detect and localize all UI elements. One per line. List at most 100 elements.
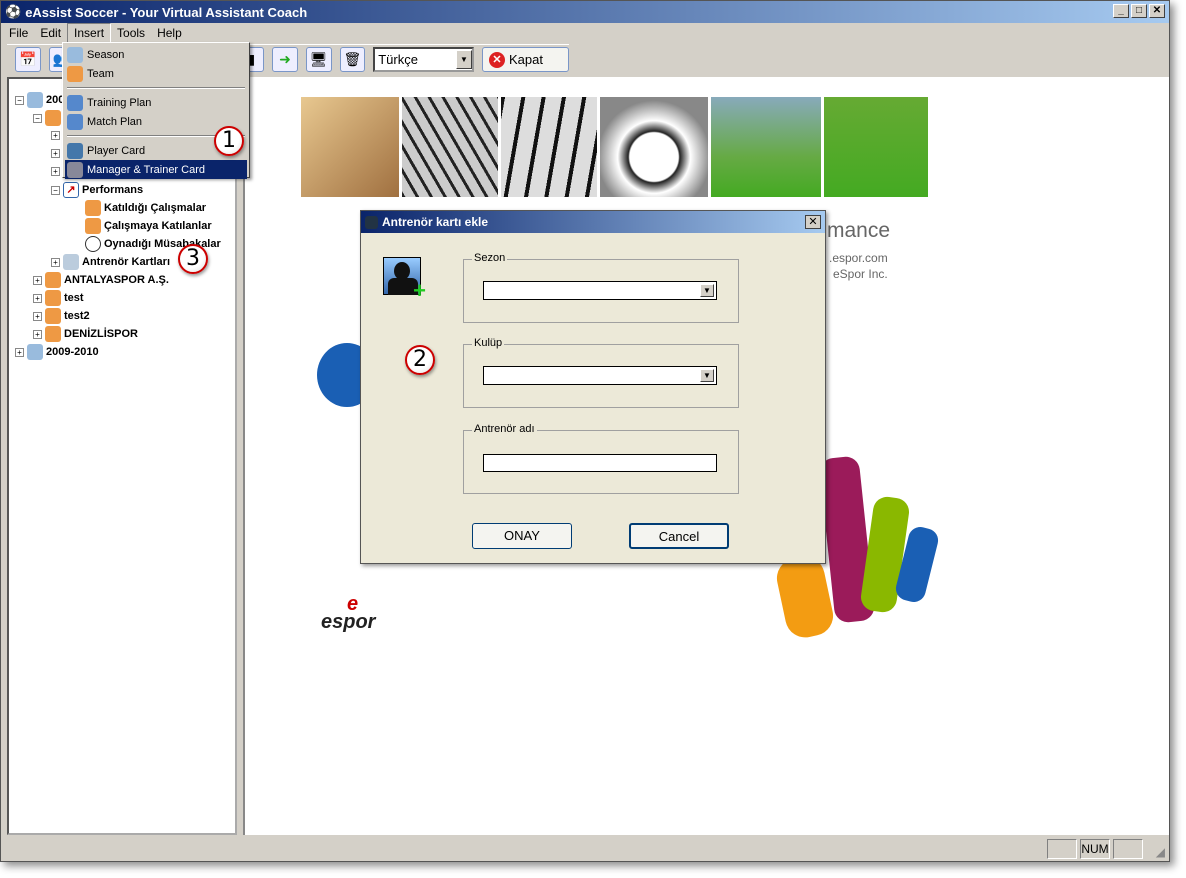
close-button[interactable]: ✕ <box>1149 4 1165 18</box>
tree-label: Performans <box>82 184 144 196</box>
tree-node-team[interactable]: − <box>33 110 61 126</box>
trainer-name-label: Antrenör adı <box>472 423 537 435</box>
language-value: Türkçe <box>378 52 418 67</box>
tree-node[interactable]: + <box>51 131 60 140</box>
trash-toolbar-button[interactable]: 🗑 <box>339 47 366 72</box>
tree-label: test2 <box>64 310 90 322</box>
tree-node-team[interactable]: + DENİZLİSPOR <box>33 326 138 342</box>
expand-icon[interactable]: + <box>51 149 60 158</box>
tree-node-performans[interactable]: − ↗ Performans <box>51 182 143 198</box>
menu-item-label: Manager & Trainer Card <box>87 163 205 176</box>
net-image <box>402 97 498 197</box>
add-person-icon: + <box>383 257 426 302</box>
card-icon <box>67 161 83 178</box>
maximize-button[interactable]: □ <box>1131 4 1147 18</box>
tree-label: test <box>64 292 84 304</box>
menu-file[interactable]: File <box>3 24 34 42</box>
add-trainer-card-dialog: Antrenör kartı ekle ✕ + 2 Sezon ▼ Kulüp … <box>360 210 826 564</box>
calendar-ball-icon <box>67 113 83 130</box>
expand-icon[interactable]: + <box>15 347 24 357</box>
chevron-down-icon[interactable]: ▼ <box>455 50 472 69</box>
team-icon <box>67 65 83 82</box>
dialog-title-bar: Antrenör kartı ekle <box>361 211 825 233</box>
collapse-icon[interactable]: − <box>33 113 42 123</box>
callout-badge-1: 1 <box>214 126 244 156</box>
chevron-down-icon[interactable]: ▼ <box>700 284 714 297</box>
menu-item-label: Season <box>87 48 125 61</box>
dialog-icon <box>365 215 378 229</box>
onay-button[interactable]: ONAY <box>472 523 572 549</box>
expand-icon[interactable]: + <box>51 131 60 140</box>
team-icon <box>45 290 61 306</box>
sezon-select[interactable]: ▼ <box>483 281 717 300</box>
monitor-toolbar-button[interactable]: 🖥 <box>305 47 332 72</box>
chevron-down-icon[interactable]: ▼ <box>700 369 714 382</box>
card-icon <box>63 254 79 270</box>
season-icon <box>27 92 43 108</box>
trainer-name-group: Antrenör adı <box>463 423 739 494</box>
insert-menu: Season Team Training Plan Match Plan Pla… <box>62 42 250 179</box>
expand-icon[interactable]: + <box>33 329 42 339</box>
calendar-icon <box>67 94 83 111</box>
collapse-icon[interactable]: − <box>15 95 24 105</box>
menu-item-training-plan[interactable]: Training Plan <box>65 93 247 112</box>
id-card-icon <box>67 142 83 159</box>
status-bar: NUM ◢ <box>1 837 1169 861</box>
tree-node-katildigi[interactable]: Katıldığı Çalışmalar <box>85 200 206 216</box>
kulup-select[interactable]: ▼ <box>483 366 717 385</box>
calendar-clock-icon: 📅 <box>19 51 37 67</box>
sezon-group: Sezon ▼ <box>463 252 739 323</box>
expand-icon[interactable]: + <box>33 275 42 285</box>
season-icon <box>67 46 83 63</box>
export-arrow-icon: ➜ <box>279 51 291 67</box>
expand-icon[interactable]: + <box>51 167 60 176</box>
dialog-close-button[interactable]: ✕ <box>805 215 821 229</box>
season-toolbar-button[interactable]: 📅 <box>15 47 41 72</box>
tree-node-team[interactable]: + test <box>33 290 84 306</box>
kapat-button[interactable]: ✕ Kapat <box>481 47 569 72</box>
menu-item-manager-trainer-card[interactable]: Manager & Trainer Card <box>65 160 247 179</box>
expand-icon[interactable]: + <box>33 311 42 321</box>
cancel-button[interactable]: Cancel <box>629 523 729 549</box>
dialog-title: Antrenör kartı ekle <box>382 215 489 229</box>
tree-label: Katıldığı Çalışmalar <box>104 202 207 214</box>
tree-label: 2009-2010 <box>46 346 99 358</box>
trainer-name-input[interactable] <box>483 454 717 472</box>
tree-node-team[interactable]: + test2 <box>33 308 90 324</box>
menu-help[interactable]: Help <box>151 24 188 42</box>
status-panel <box>1113 839 1143 859</box>
menu-item-team[interactable]: Team <box>65 64 247 83</box>
trash-icon: 🗑 <box>343 51 362 67</box>
expand-icon[interactable]: + <box>33 293 42 303</box>
collapse-icon[interactable]: − <box>51 185 60 195</box>
tree-node-season[interactable]: −200 <box>15 92 64 108</box>
splash-url: .espor.com <box>829 251 888 265</box>
export-toolbar-button[interactable]: ➜ <box>272 47 298 72</box>
menu-tools[interactable]: Tools <box>111 24 151 42</box>
tree-node-calismaya[interactable]: Çalışmaya Katılanlar <box>85 218 212 234</box>
person-calendar-icon <box>85 218 101 234</box>
menu-edit[interactable]: Edit <box>34 24 67 42</box>
close-circle-icon: ✕ <box>488 51 505 68</box>
tree-node-antrenor[interactable]: + Antrenör Kartları <box>51 254 170 270</box>
kulup-label: Kulüp <box>472 337 505 349</box>
menu-insert[interactable]: Insert <box>67 23 112 43</box>
net-image <box>501 97 597 197</box>
tree-node[interactable]: + <box>51 167 60 176</box>
language-select[interactable]: Türkçe ▼ <box>373 47 474 72</box>
team-icon <box>45 308 61 324</box>
season-icon <box>27 344 43 360</box>
resize-grip-icon[interactable]: ◢ <box>1156 845 1165 859</box>
status-panel <box>1047 839 1077 859</box>
tree-node-season[interactable]: +2009-2010 <box>15 344 99 360</box>
net-image <box>301 97 399 197</box>
banner-images <box>301 97 928 197</box>
minimize-button[interactable]: _ <box>1113 4 1129 18</box>
status-num: NUM <box>1080 839 1110 859</box>
chart-icon: ↗ <box>63 182 79 198</box>
menu-item-season[interactable]: Season <box>65 45 247 64</box>
tree-node-team[interactable]: + ANTALYASPOR A.Ş. <box>33 272 169 288</box>
expand-icon[interactable]: + <box>51 257 60 267</box>
tree-node[interactable]: + <box>51 149 60 158</box>
menu-bar: File Edit Insert Tools Help <box>1 23 1169 43</box>
